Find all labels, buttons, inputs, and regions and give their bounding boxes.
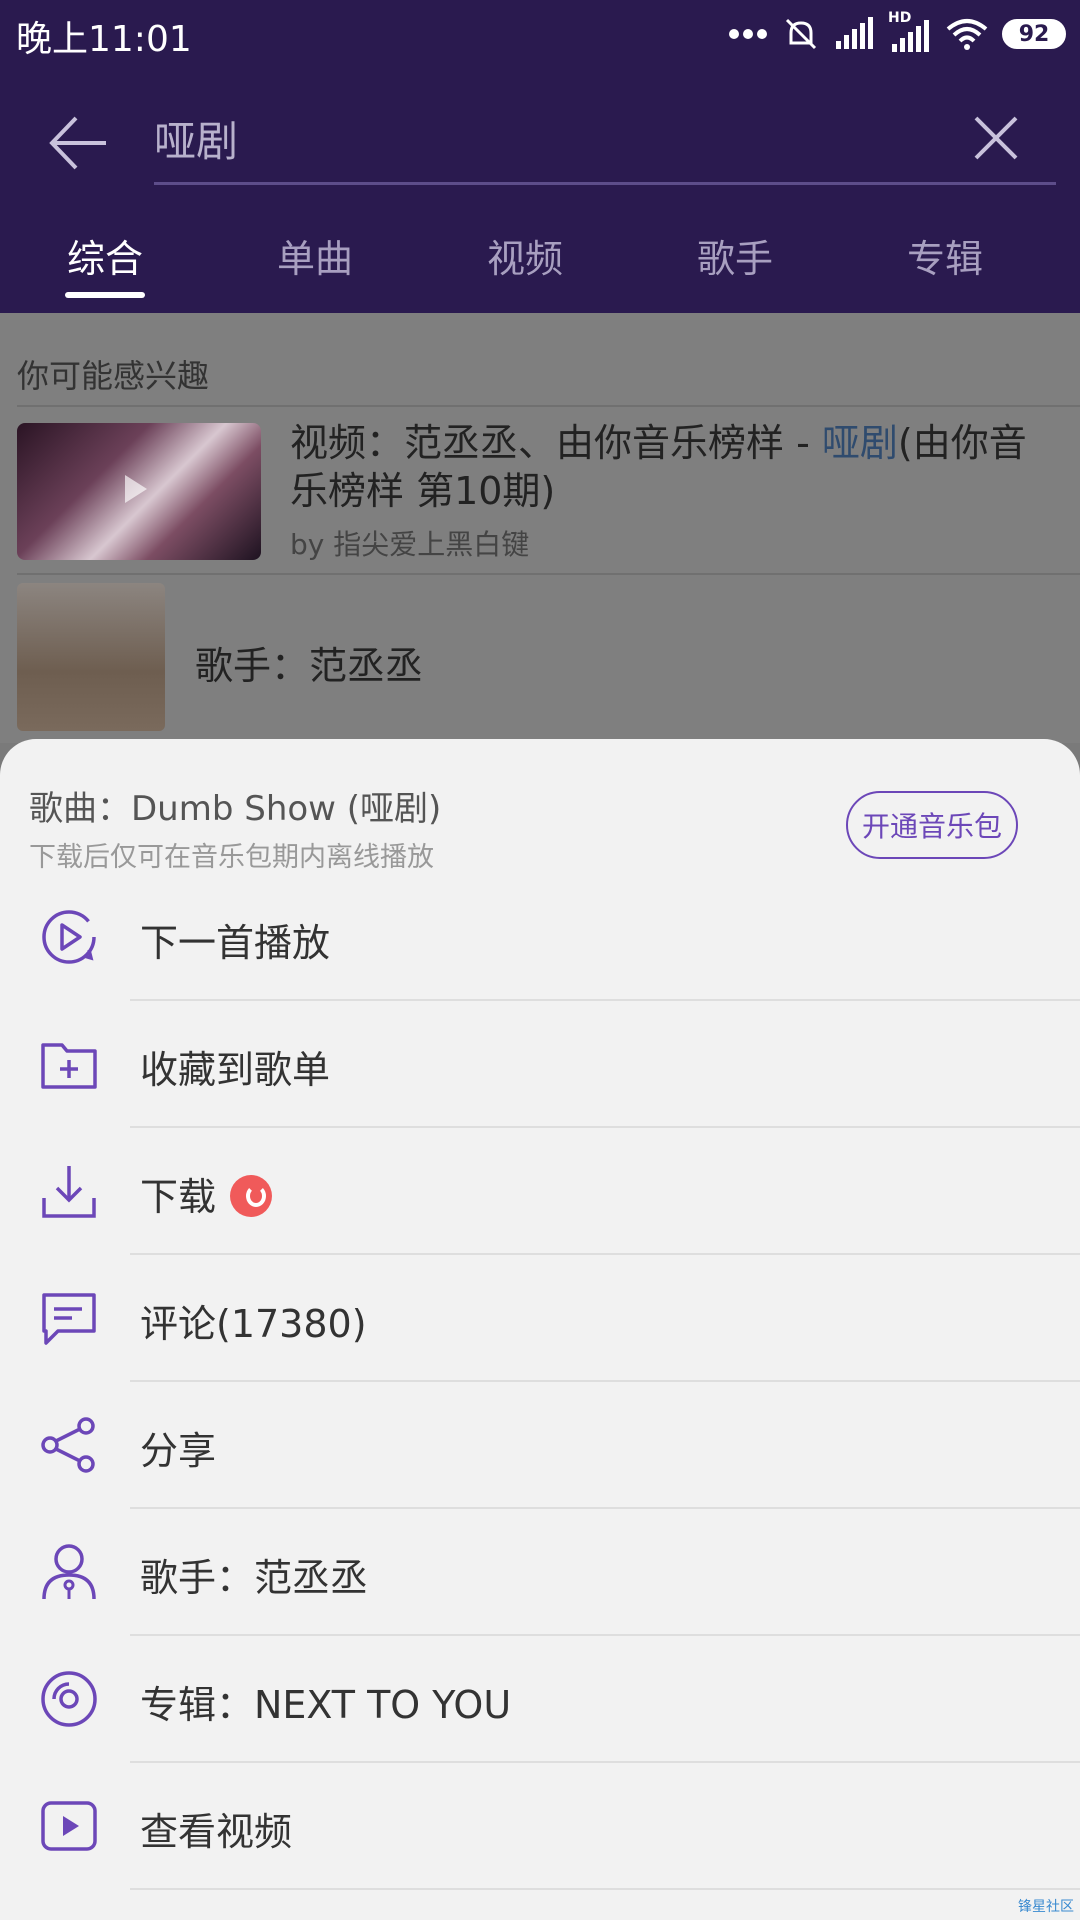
divider — [17, 405, 1080, 407]
status-time: 晚上11:01 — [16, 19, 192, 60]
video-author: by 指尖爱上黑白键 — [290, 528, 530, 561]
menu-item-play-next[interactable]: 下一首播放 — [0, 874, 1080, 1001]
wifi-icon — [946, 19, 988, 50]
sheet-subtitle: 下载后仅可在音乐包期内离线播放 — [29, 842, 434, 873]
more-dots-icon — [729, 29, 767, 39]
play-icon — [125, 475, 147, 503]
video-thumbnail[interactable] — [17, 423, 261, 560]
menu-item-share[interactable]: 分享 — [0, 1382, 1080, 1509]
menu-item-label: 查看视频 — [140, 1810, 293, 1854]
back-button[interactable] — [44, 108, 114, 178]
menu-item-label: 收藏到歌单 — [140, 1048, 331, 1092]
menu-item-add-to-playlist[interactable]: 收藏到歌单 — [0, 1001, 1080, 1128]
tab-label: 歌手 — [696, 237, 773, 281]
active-tab-indicator — [65, 292, 145, 298]
close-icon — [974, 116, 1018, 160]
search-box — [154, 98, 1056, 185]
result-tabs: 综合 单曲 视频 歌手 专辑 — [0, 228, 1080, 313]
hd-signal-icon: HD — [888, 10, 932, 54]
search-results: 你可能感兴趣 视频：范丞丞、由你音乐榜样 - 哑剧(由你音乐榜样 第10期) b… — [0, 313, 1080, 743]
menu-item-label: 下一首播放 — [140, 921, 331, 965]
menu-item-album[interactable]: 专辑：NEXT TO YOU — [0, 1636, 1080, 1763]
menu-item-view-video[interactable]: 查看视频 — [0, 1763, 1080, 1890]
tab-label: 综合 — [66, 237, 143, 281]
search-header: 综合 单曲 视频 歌手 专辑 — [0, 68, 1080, 313]
menu-item-comments[interactable]: 评论(17380) — [0, 1255, 1080, 1382]
video-title-prefix: 视频：范丞丞、由你音乐榜样 - — [290, 421, 822, 465]
tab-label: 单曲 — [276, 237, 353, 281]
music-package-badge-icon — [230, 1174, 273, 1217]
section-title: 你可能感兴趣 — [17, 357, 210, 395]
mute-bell-icon — [785, 18, 817, 50]
tab-all[interactable]: 综合 — [0, 228, 210, 313]
video-icon — [41, 1801, 97, 1851]
folder-add-icon — [41, 1043, 97, 1089]
singer-icon — [42, 1544, 96, 1600]
search-input[interactable] — [154, 108, 934, 168]
video-result-title[interactable]: 视频：范丞丞、由你音乐榜样 - 哑剧(由你音乐榜样 第10期) — [290, 419, 1060, 515]
open-music-package-button[interactable]: 开通音乐包 — [846, 791, 1018, 859]
tab-videos[interactable]: 视频 — [420, 228, 630, 313]
tab-songs[interactable]: 单曲 — [210, 228, 420, 313]
divider — [17, 573, 1080, 575]
status-icons: HD 92 — [728, 10, 1066, 56]
menu-item-label: 下载 — [140, 1166, 273, 1221]
menu-item-singer[interactable]: 歌手：范丞丞 — [0, 1509, 1080, 1636]
singer-avatar[interactable] — [17, 583, 165, 731]
tab-label: 专辑 — [906, 237, 983, 281]
menu-item-label: 歌手：范丞丞 — [140, 1556, 369, 1600]
share-icon — [41, 1417, 95, 1473]
divider — [130, 1888, 1080, 1890]
menu-item-label: 评论(17380) — [140, 1302, 367, 1346]
play-next-icon — [42, 910, 96, 964]
watermark: 锋星社区 — [1018, 1899, 1074, 1915]
comment-icon — [42, 1293, 96, 1345]
signal-icon — [836, 17, 873, 49]
menu-item-download[interactable]: 下载 — [0, 1128, 1080, 1255]
singer-result-label[interactable]: 歌手：范丞丞 — [195, 635, 423, 690]
menu-item-label: 分享 — [140, 1429, 217, 1473]
download-label: 下载 — [140, 1175, 217, 1219]
tab-albums[interactable]: 专辑 — [840, 228, 1050, 313]
video-title-highlight: 哑剧 — [821, 421, 898, 465]
sheet-song-title: 歌曲：Dumb Show (哑剧) — [29, 789, 442, 829]
battery-indicator: 92 — [1002, 19, 1066, 49]
download-icon — [42, 1166, 96, 1218]
arrow-left-icon — [49, 116, 106, 170]
menu-item-label: 专辑：NEXT TO YOU — [140, 1683, 512, 1727]
album-icon — [41, 1671, 97, 1727]
song-action-sheet: 歌曲：Dumb Show (哑剧) 下载后仅可在音乐包期内离线播放 开通音乐包 … — [0, 739, 1080, 1920]
clear-search-button[interactable] — [966, 108, 1026, 168]
tab-singers[interactable]: 歌手 — [630, 228, 840, 313]
tab-label: 视频 — [486, 237, 563, 281]
status-bar: 晚上11:01 HD 92 — [0, 0, 1080, 68]
